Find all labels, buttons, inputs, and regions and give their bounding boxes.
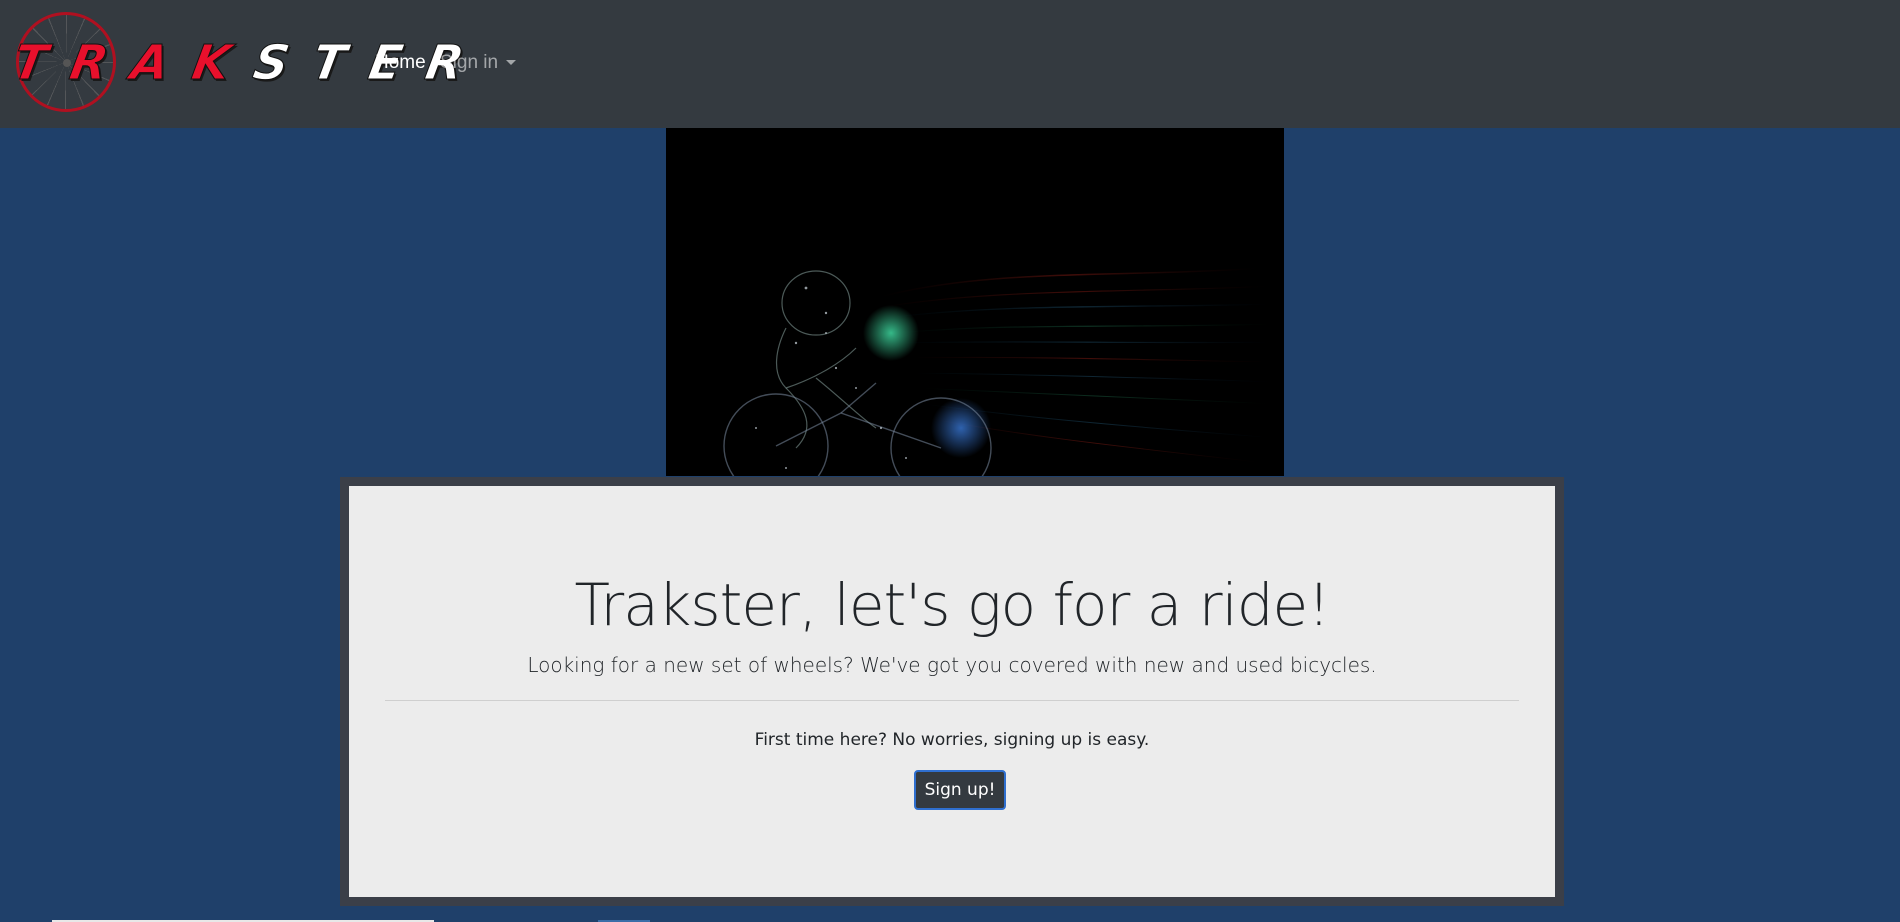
signup-button[interactable]: Sign up! <box>914 770 1006 810</box>
nav-signin-label: Sign in <box>440 52 499 73</box>
hero-card: Trakster, let's go for a ride! Looking f… <box>340 477 1564 906</box>
hero-cyclist-image <box>666 128 1284 476</box>
brand-logo[interactable]: TRAKSTER <box>9 10 493 116</box>
signup-prompt-text: First time here? No worries, signing up … <box>754 730 1150 750</box>
chevron-down-icon <box>506 60 517 66</box>
divider <box>385 700 1519 701</box>
hero-lead-text: Looking for a new set of wheels? We've g… <box>527 653 1377 677</box>
nav-dropdown-signin[interactable]: Sign in <box>440 50 517 76</box>
nav-link-home[interactable]: Home <box>375 50 426 76</box>
brand-wordmark: TRAKSTER <box>9 35 493 92</box>
page-title: Trakster, let's go for a ride! <box>574 571 1331 639</box>
hero-card-body: Trakster, let's go for a ride! Looking f… <box>349 486 1555 897</box>
brand-letters-red: TRAK <box>9 35 260 92</box>
navbar: TRAKSTER Home Sign in <box>0 0 1900 128</box>
cyclist-illustration <box>723 267 1281 476</box>
